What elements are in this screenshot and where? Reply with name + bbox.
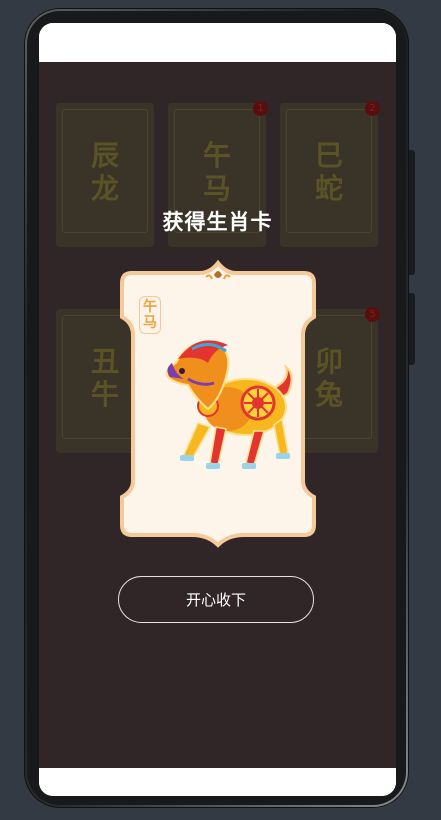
card-name-label: 午 马 [139, 296, 161, 334]
volume-button [409, 150, 415, 275]
zodiac-card-label: 巳 [314, 139, 343, 172]
navigation-bar [39, 768, 396, 796]
count-badge: 1 [253, 101, 268, 116]
accept-button[interactable]: 开心收下 [118, 576, 314, 623]
status-bar [39, 23, 396, 62]
zodiac-card-label: 龙 [90, 172, 119, 205]
zodiac-card-label: 辰 [90, 139, 119, 172]
screen: 辰龙 午马 1 巳蛇 2 丑牛 卯兔 5 获得生肖卡 午 马 开心收下 [39, 23, 396, 796]
zodiac-card-label: 午 [202, 139, 231, 172]
card-name-line: 午 [143, 299, 157, 315]
count-badge: 5 [365, 307, 380, 322]
zodiac-card-label: 马 [202, 172, 231, 205]
power-button [409, 293, 415, 365]
modal-overlay: 辰龙 午马 1 巳蛇 2 丑牛 卯兔 5 获得生肖卡 午 马 开心收下 [39, 62, 396, 768]
count-badge: 2 [365, 101, 380, 116]
zodiac-card-label: 蛇 [314, 172, 343, 205]
dialog-title: 获得生肖卡 [162, 210, 273, 234]
card-name-line: 马 [143, 315, 157, 331]
